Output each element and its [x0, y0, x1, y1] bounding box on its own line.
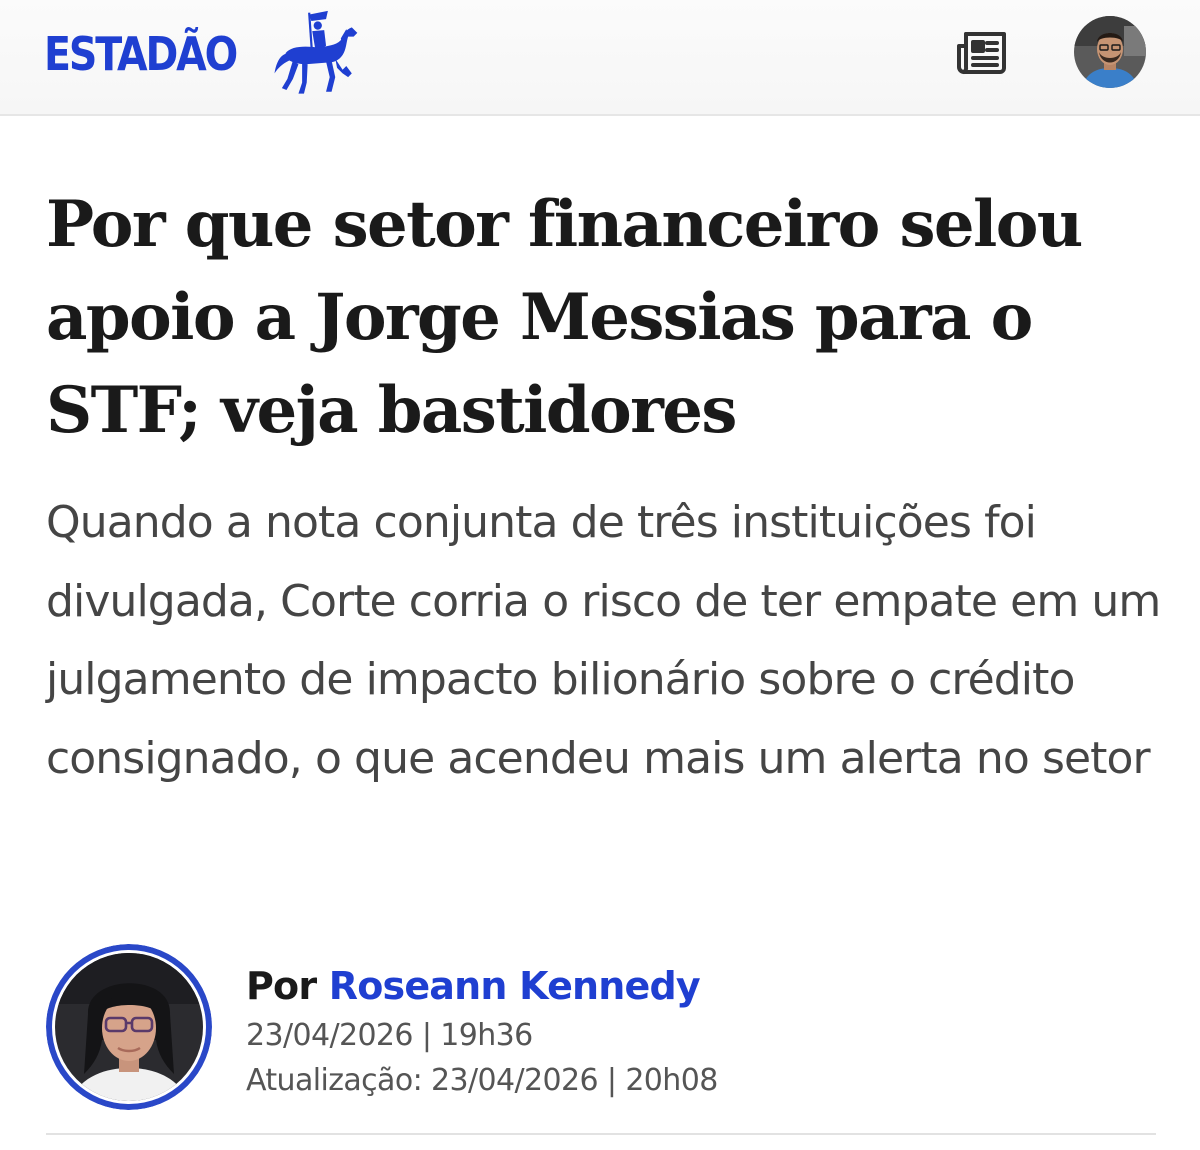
author-photo[interactable]	[46, 944, 212, 1110]
divider	[46, 1133, 1156, 1135]
article-subtitle: Quando a nota conjunta de três instituiç…	[46, 497, 1161, 784]
estadao-logo[interactable]: ESTADÃO	[44, 10, 358, 94]
horse-rider-icon	[274, 10, 358, 94]
published-date: 23/04/2026 | 19h36	[246, 1018, 533, 1053]
article-headline: Por que setor financeiro selou apoio a J…	[46, 187, 1083, 448]
byline-prefix: Por	[246, 964, 317, 1008]
author-link[interactable]: Roseann Kennedy	[329, 964, 701, 1008]
newspaper-icon[interactable]	[956, 30, 1008, 76]
site-header: ESTADÃO	[0, 0, 1200, 116]
user-avatar[interactable]	[1074, 16, 1146, 88]
updated-date: Atualização: 23/04/2026 | 20h08	[246, 1063, 718, 1098]
byline: Por Roseann Kennedy	[246, 958, 701, 1014]
brand-name: ESTADÃO	[44, 27, 238, 81]
